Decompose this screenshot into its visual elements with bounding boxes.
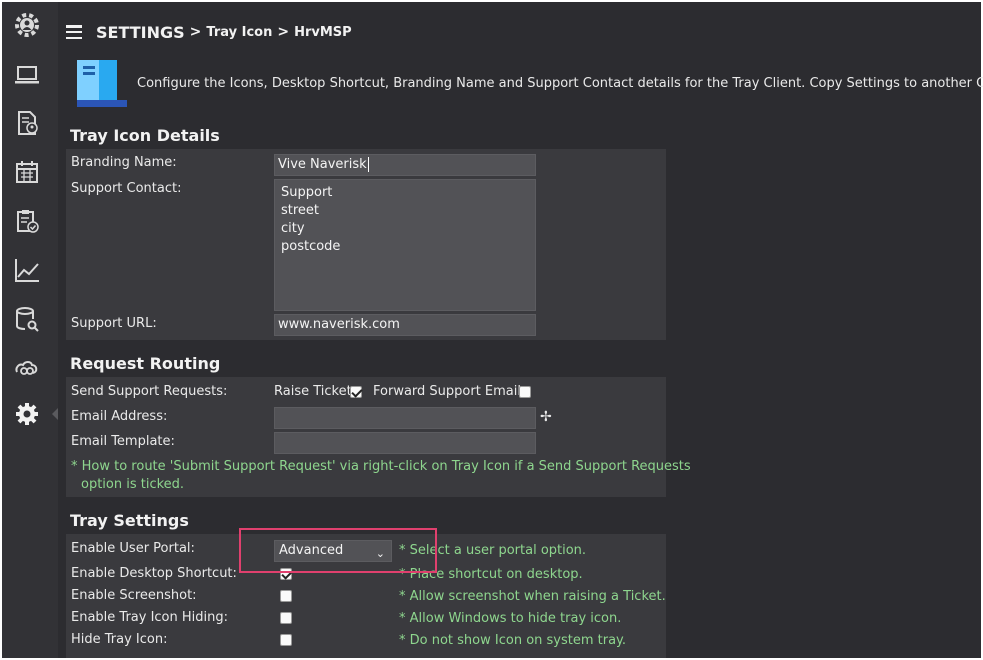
routing-note-line2: option is ticked. <box>81 477 185 492</box>
raise-ticket-label: Raise Ticket <box>274 384 352 399</box>
breadcrumb: SETTINGS > Tray Icon > HrvMSP <box>66 20 352 44</box>
tray-settings-panel: Enable User Portal: Advanced ⌄ * Select … <box>66 534 666 658</box>
send-support-requests-label: Send Support Requests: <box>71 384 228 399</box>
sidebar <box>2 2 58 658</box>
support-contact-label: Support Contact: <box>71 181 182 196</box>
support-contact-line: street <box>281 203 320 218</box>
enable-desktop-shortcut-label: Enable Desktop Shortcut: <box>71 566 237 581</box>
tray-icon-hiding-checkbox[interactable] <box>280 612 292 624</box>
tray-icon-details-panel: Branding Name: Vive Naverisk Support Con… <box>66 149 666 340</box>
section-title-tray-icon-details: Tray Icon Details <box>70 126 220 145</box>
hide-tray-icon-checkbox[interactable] <box>280 634 292 646</box>
branding-name-value: Vive Naverisk <box>278 157 367 172</box>
desktop-shortcut-hint: * Place shortcut on desktop. <box>399 567 583 582</box>
email-address-label: Email Address: <box>71 409 168 424</box>
cloud-link-icon[interactable] <box>12 353 42 383</box>
support-url-input[interactable]: www.naverisk.com <box>274 314 536 336</box>
enable-tray-icon-hiding-label: Enable Tray Icon Hiding: <box>71 610 229 625</box>
support-contact-line: postcode <box>281 239 341 254</box>
settings-person-icon[interactable] <box>12 10 42 40</box>
section-title-request-routing: Request Routing <box>70 354 221 373</box>
clipboard-check-icon[interactable] <box>12 206 42 236</box>
breadcrumb-separator: > <box>277 24 290 40</box>
breadcrumb-separator: > <box>189 24 202 40</box>
breadcrumb-client: HrvMSP <box>294 24 352 40</box>
support-contact-line: city <box>281 221 305 236</box>
support-contact-textarea[interactable]: Support street city postcode <box>274 179 536 311</box>
routing-note-line1: * How to route 'Submit Support Request' … <box>71 459 691 474</box>
laptop-icon[interactable] <box>12 60 42 90</box>
breadcrumb-settings[interactable]: SETTINGS <box>96 23 185 42</box>
hide-tray-icon-hint: * Do not show Icon on system tray. <box>399 633 627 648</box>
raise-ticket-checkbox[interactable] <box>350 386 362 398</box>
email-template-input[interactable] <box>274 432 536 454</box>
screenshot-hint: * Allow screenshot when raising a Ticket… <box>399 589 666 604</box>
forward-support-email-checkbox[interactable] <box>519 386 531 398</box>
document-user-icon[interactable] <box>12 108 42 138</box>
move-cursor-icon: ✢ <box>540 409 552 425</box>
enable-user-portal-label: Enable User Portal: <box>71 541 195 556</box>
tray-icon-hiding-hint: * Allow Windows to hide tray icon. <box>399 611 622 626</box>
tray-settings-icon <box>75 58 129 110</box>
branding-name-input[interactable]: Vive Naverisk <box>274 154 536 176</box>
chart-line-icon[interactable] <box>12 255 42 285</box>
breadcrumb-tray-icon[interactable]: Tray Icon <box>206 25 272 40</box>
section-title-tray-settings: Tray Settings <box>70 511 189 530</box>
request-routing-panel: Send Support Requests: Raise Ticket Forw… <box>66 377 691 497</box>
app-window: SETTINGS > Tray Icon > HrvMSP Configure … <box>2 2 983 658</box>
screenshot-checkbox[interactable] <box>280 590 292 602</box>
chevron-down-icon: ⌄ <box>375 547 385 560</box>
enable-screenshot-label: Enable Screenshot: <box>71 588 197 603</box>
forward-support-email-label: Forward Support Email <box>373 384 522 399</box>
desktop-shortcut-checkbox[interactable] <box>280 568 292 580</box>
user-portal-selected: Advanced <box>279 543 344 558</box>
gear-icon[interactable] <box>12 399 42 429</box>
calendar-icon[interactable] <box>12 157 42 187</box>
support-url-label: Support URL: <box>71 316 157 331</box>
email-template-label: Email Template: <box>71 434 175 449</box>
database-search-icon[interactable] <box>12 304 42 334</box>
menu-icon[interactable] <box>66 25 82 39</box>
user-portal-hint: * Select a user portal option. <box>399 543 587 558</box>
page-description: Configure the Icons, Desktop Shortcut, B… <box>137 76 983 91</box>
hide-tray-icon-label: Hide Tray Icon: <box>71 632 168 647</box>
active-indicator <box>52 408 58 420</box>
email-address-input[interactable] <box>274 407 536 429</box>
branding-name-label: Branding Name: <box>71 155 177 170</box>
support-contact-line: Support <box>281 185 333 200</box>
user-portal-select[interactable]: Advanced ⌄ <box>274 540 392 562</box>
